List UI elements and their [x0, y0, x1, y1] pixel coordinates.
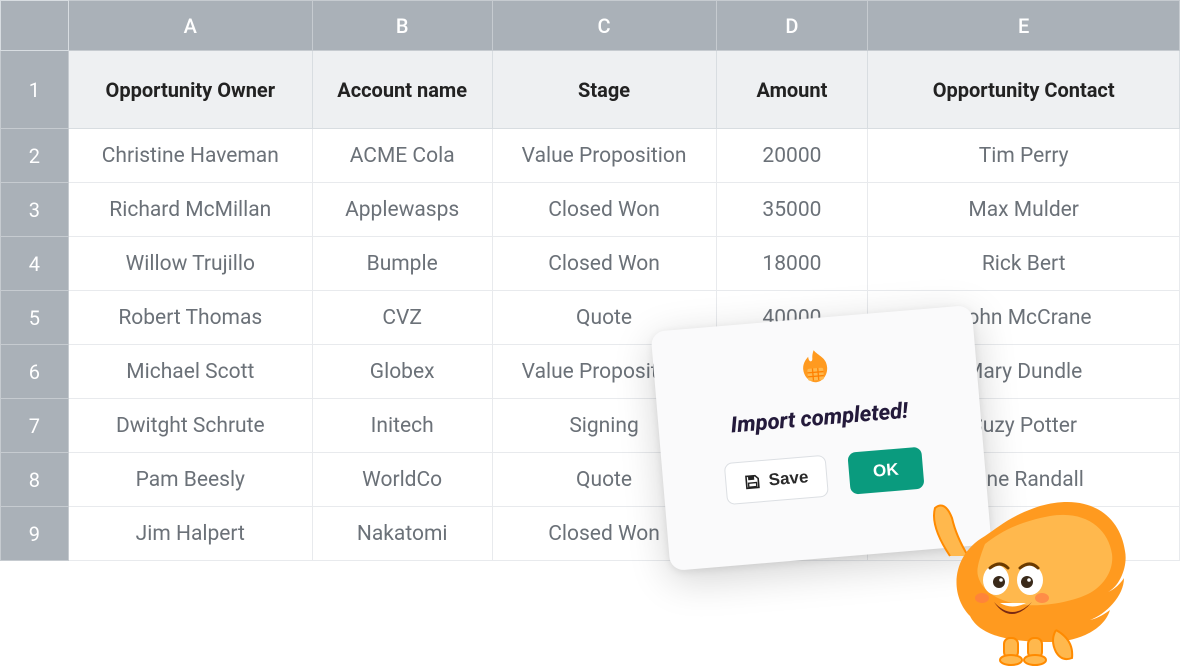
- header-row: 1 Opportunity Owner Account name Stage A…: [1, 51, 1180, 129]
- cell-contact[interactable]: Max Mulder: [868, 183, 1180, 237]
- table-row: 4 Willow Trujillo Bumple Closed Won 1800…: [1, 237, 1180, 291]
- cell-stage[interactable]: Closed Won: [492, 237, 716, 291]
- row-number[interactable]: 8: [1, 453, 69, 507]
- cell-owner[interactable]: Jim Halpert: [68, 507, 312, 561]
- col-letter-B[interactable]: B: [312, 1, 492, 51]
- header-stage[interactable]: Stage: [492, 51, 716, 129]
- table-row: 6 Michael Scott Globex Value Proposition…: [1, 345, 1180, 399]
- row-number[interactable]: 2: [1, 129, 69, 183]
- cell-account[interactable]: Initech: [312, 399, 492, 453]
- cell-owner[interactable]: Dwitght Schrute: [68, 399, 312, 453]
- cell-amount[interactable]: 18000: [716, 237, 868, 291]
- modal-buttons: Save OK: [724, 447, 924, 505]
- cell-account[interactable]: Bumple: [312, 237, 492, 291]
- cell-account[interactable]: ACME Cola: [312, 129, 492, 183]
- flame-grid-icon: [794, 347, 837, 390]
- cell-amount[interactable]: 20000: [716, 129, 868, 183]
- row-number[interactable]: 7: [1, 399, 69, 453]
- table-row: 8 Pam Beesly WorldCo Quote Jane Randall: [1, 453, 1180, 507]
- cell-contact[interactable]: Tim Perry: [868, 129, 1180, 183]
- ok-button[interactable]: OK: [847, 447, 924, 495]
- header-contact[interactable]: Opportunity Contact: [868, 51, 1180, 129]
- row-number[interactable]: 3: [1, 183, 69, 237]
- cell-account[interactable]: CVZ: [312, 291, 492, 345]
- cell-owner[interactable]: Christine Haveman: [68, 129, 312, 183]
- cell-amount[interactable]: 35000: [716, 183, 868, 237]
- spreadsheet[interactable]: A B C D E 1 Opportunity Owner Account na…: [0, 0, 1180, 561]
- cell-contact[interactable]: Rick Bert: [868, 237, 1180, 291]
- table-row: 7 Dwitght Schrute Initech Signing Suzy P…: [1, 399, 1180, 453]
- row-number[interactable]: 4: [1, 237, 69, 291]
- cell-account[interactable]: Nakatomi: [312, 507, 492, 561]
- column-letter-row: A B C D E: [1, 1, 1180, 51]
- cell-stage[interactable]: Value Proposition: [492, 129, 716, 183]
- cell-owner[interactable]: Richard McMillan: [68, 183, 312, 237]
- save-button[interactable]: Save: [724, 455, 829, 505]
- cell-owner[interactable]: Willow Trujillo: [68, 237, 312, 291]
- header-amount[interactable]: Amount: [716, 51, 868, 129]
- col-letter-A[interactable]: A: [68, 1, 312, 51]
- import-complete-modal: Import completed! Save OK: [651, 305, 992, 571]
- cell-owner[interactable]: Robert Thomas: [68, 291, 312, 345]
- save-button-label: Save: [768, 467, 809, 490]
- cell-owner[interactable]: Pam Beesly: [68, 453, 312, 507]
- modal-title: Import completed!: [730, 399, 909, 439]
- row-number[interactable]: 6: [1, 345, 69, 399]
- cell-account[interactable]: Globex: [312, 345, 492, 399]
- col-letter-C[interactable]: C: [492, 1, 716, 51]
- table-row: 3 Richard McMillan Applewasps Closed Won…: [1, 183, 1180, 237]
- row-number[interactable]: 9: [1, 507, 69, 561]
- ok-button-label: OK: [872, 460, 899, 481]
- table-row: 2 Christine Haveman ACME Cola Value Prop…: [1, 129, 1180, 183]
- col-letter-D[interactable]: D: [716, 1, 868, 51]
- cell-owner[interactable]: Michael Scott: [68, 345, 312, 399]
- cell-stage[interactable]: Closed Won: [492, 183, 716, 237]
- table-row: 5 Robert Thomas CVZ Quote 40000 John McC…: [1, 291, 1180, 345]
- save-icon: [744, 473, 761, 490]
- cell-account[interactable]: WorldCo: [312, 453, 492, 507]
- cell-account[interactable]: Applewasps: [312, 183, 492, 237]
- header-account[interactable]: Account name: [312, 51, 492, 129]
- col-letter-E[interactable]: E: [868, 1, 1180, 51]
- row-number[interactable]: 1: [1, 51, 69, 129]
- header-owner[interactable]: Opportunity Owner: [68, 51, 312, 129]
- corner-cell[interactable]: [1, 1, 69, 51]
- row-number[interactable]: 5: [1, 291, 69, 345]
- table-row: 9 Jim Halpert Nakatomi Closed Won 11000: [1, 507, 1180, 561]
